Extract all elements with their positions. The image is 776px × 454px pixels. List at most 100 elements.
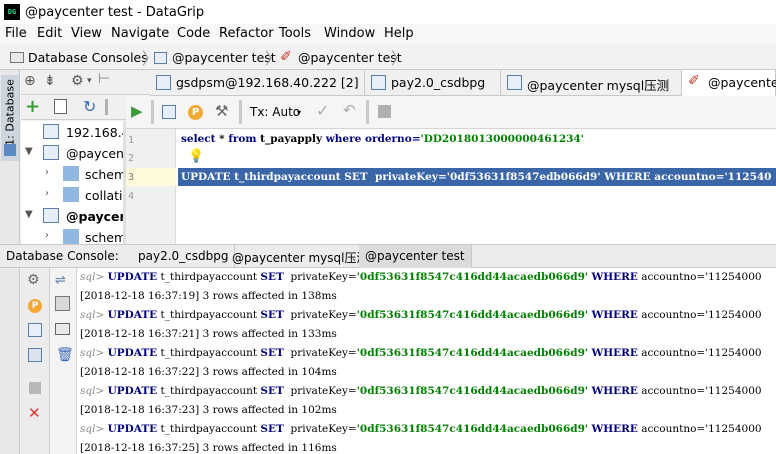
collapse-icon[interactable]: ⇟ (44, 73, 56, 89)
expand-arrow-icon[interactable]: ▼ (25, 209, 33, 220)
tx-mode-dropdown[interactable]: Tx: Auto (250, 105, 300, 119)
copy-icon[interactable] (54, 99, 67, 114)
close-icon[interactable]: ✕ (28, 404, 41, 422)
menu-edit[interactable]: Edit (37, 26, 62, 41)
lightbulb-icon[interactable]: 💡 (188, 149, 204, 164)
console-sql-line: sql> UPDATE t_thirdpayaccount SET privat… (80, 385, 762, 397)
gear-icon[interactable]: ⚙ (71, 73, 84, 89)
expand-arrow-icon[interactable]: ▼ (25, 146, 33, 157)
code-line-selected: UPDATE t_thirdpayaccount SET privateKey=… (181, 171, 772, 183)
console-toolbar: ⚙ P ✕ (21, 268, 50, 454)
menu-view[interactable]: View (71, 26, 102, 41)
commit-icon[interactable]: ✓ (316, 101, 329, 120)
toolbar-divider (151, 100, 154, 124)
console-result-line: [2018-12-18 16:37:21] 3 rows affected in… (80, 328, 337, 340)
execute-icon[interactable]: ▶ (131, 102, 143, 120)
menu-code[interactable]: Code (177, 26, 210, 41)
sql-prompt: sql> (80, 309, 105, 321)
console-output-toolbar: ⇌ 🗑 (50, 268, 77, 454)
breadcrumb: Database Consoles 〉 @paycenter test 〉 ✐ … (0, 44, 776, 70)
scroll-to-end-icon[interactable] (55, 296, 70, 311)
console-result-line: [2018-12-18 16:37:19] 3 rows affected in… (80, 290, 337, 302)
editor-toolbar: ▶ P ⚒ Tx: Auto ▾ ✓ ↶ (126, 96, 776, 129)
chevron-down-icon[interactable]: ▾ (297, 108, 301, 117)
sql-keyword: WHERE (591, 385, 638, 397)
sql-keyword: UPDATE (107, 423, 158, 435)
add-icon[interactable]: + (25, 96, 40, 117)
sql-string: '0df53631f8547c416dd44acaedb066d9' (356, 271, 589, 283)
tab-console-paycenter-test[interactable]: @paycenter test (359, 245, 472, 269)
collapse-arrow-icon[interactable]: › (45, 167, 49, 178)
tree-item[interactable]: ▼ @paycent (21, 143, 123, 164)
menu-file[interactable]: File (5, 26, 27, 41)
tab-pay2-csdbpg[interactable]: pay2.0_csdbpg (365, 70, 501, 96)
layout-icon[interactable] (28, 348, 42, 362)
stop-icon[interactable] (29, 382, 41, 394)
sql-rest: accountno='11254000 (637, 309, 762, 321)
refresh-icon[interactable]: ↻ (83, 97, 96, 116)
sql-table: t_thirdpayaccount (157, 271, 261, 283)
console-result-line: [2018-12-18 16:37:25] 3 rows affected in… (80, 442, 337, 454)
sql-file-icon: ✐ (280, 49, 292, 65)
tree-item[interactable]: ▼ @paycen (21, 206, 123, 227)
sql-rest: accountno='11254000 (637, 347, 762, 359)
tab-label: gsdpsm@192.168.40.222 [2] (176, 75, 359, 90)
toolbar-divider (239, 100, 242, 124)
datasource-icon (43, 145, 59, 160)
hide-panel-icon[interactable]: ⊢ (98, 71, 110, 87)
soft-wrap-icon[interactable]: ⇌ (55, 273, 66, 288)
explain-plan-icon[interactable] (28, 323, 42, 337)
sql-column: privateKey= (283, 347, 357, 359)
settings-icon[interactable]: ⚙ (27, 272, 40, 288)
menu-navigate[interactable]: Navigate (111, 26, 169, 41)
collapse-arrow-icon[interactable]: › (45, 188, 49, 199)
tree-item[interactable]: › collati (21, 185, 123, 206)
parameters-icon[interactable]: P (188, 105, 203, 120)
tab-gsdpsm[interactable]: gsdpsm@192.168.40.222 [2] (150, 70, 365, 96)
tab-label: pay2.0_csdbpg (391, 75, 486, 90)
menu-tools[interactable]: Tools (279, 26, 311, 41)
rollback-icon[interactable]: ↶ (343, 101, 356, 119)
tree-item-label: collati (85, 188, 123, 203)
tab-paycenter-active[interactable]: ✐ @paycenter (682, 70, 776, 96)
sql-editor[interactable] (176, 129, 776, 244)
breadcrumb-console[interactable]: @paycenter test (172, 50, 276, 65)
tab-paycenter-mysql[interactable]: @paycenter mysql压测 (501, 70, 682, 96)
sql-keyword: where (325, 133, 362, 145)
tab-console-pay2[interactable]: pay2.0_csdbpg (132, 245, 236, 267)
sql-keyword: UPDATE (107, 385, 158, 397)
breadcrumb-file[interactable]: @paycenter test (298, 50, 402, 65)
console-tab-bar: Database Console: pay2.0_csdbpg @paycent… (0, 244, 776, 269)
tab-console-paycenter-mysql[interactable]: @paycenter mysql压测 (226, 245, 376, 267)
line-number: 3 (128, 172, 135, 183)
sql-string: '0df53631f8547c416dd44acaedb066d9' (356, 347, 589, 359)
tree-item[interactable]: › schem (21, 227, 123, 244)
toolbar-divider (366, 100, 369, 124)
tree-item[interactable]: › schem (21, 164, 123, 185)
trash-icon[interactable]: 🗑 (56, 347, 74, 363)
console-sql-line: sql> UPDATE t_thirdpayaccount SET privat… (80, 423, 762, 435)
stop-icon[interactable] (378, 105, 391, 118)
console-sql-line: sql> UPDATE t_thirdpayaccount SET privat… (80, 309, 762, 321)
sql-prompt: sql> (80, 423, 105, 435)
database-icon (4, 144, 16, 156)
parameters-icon[interactable]: P (28, 299, 42, 313)
sql-column: orderno= (361, 133, 421, 145)
sql-table: t_thirdpayaccount (157, 347, 261, 359)
tree-item-label: @paycen (66, 209, 123, 224)
target-icon[interactable]: ⊕ (24, 73, 36, 89)
menu-refactor[interactable]: Refactor (219, 26, 274, 41)
tree-item[interactable]: 192.168.4 (21, 122, 123, 143)
menu-help[interactable]: Help (384, 26, 414, 41)
chevron-down-icon[interactable]: ▾ (87, 76, 92, 86)
menu-window[interactable]: Window (324, 26, 375, 41)
host-icon (43, 124, 59, 139)
collapse-arrow-icon[interactable]: › (45, 230, 49, 241)
sql-keyword: UPDATE (107, 347, 158, 359)
wrench-icon[interactable]: ⚒ (215, 102, 228, 120)
breadcrumb-database-consoles[interactable]: Database Consoles (28, 50, 148, 65)
print-icon[interactable] (55, 323, 70, 335)
sql-keyword: from (228, 133, 257, 145)
sql-keyword: WHERE (591, 347, 638, 359)
explain-plan-icon[interactable] (162, 105, 176, 119)
